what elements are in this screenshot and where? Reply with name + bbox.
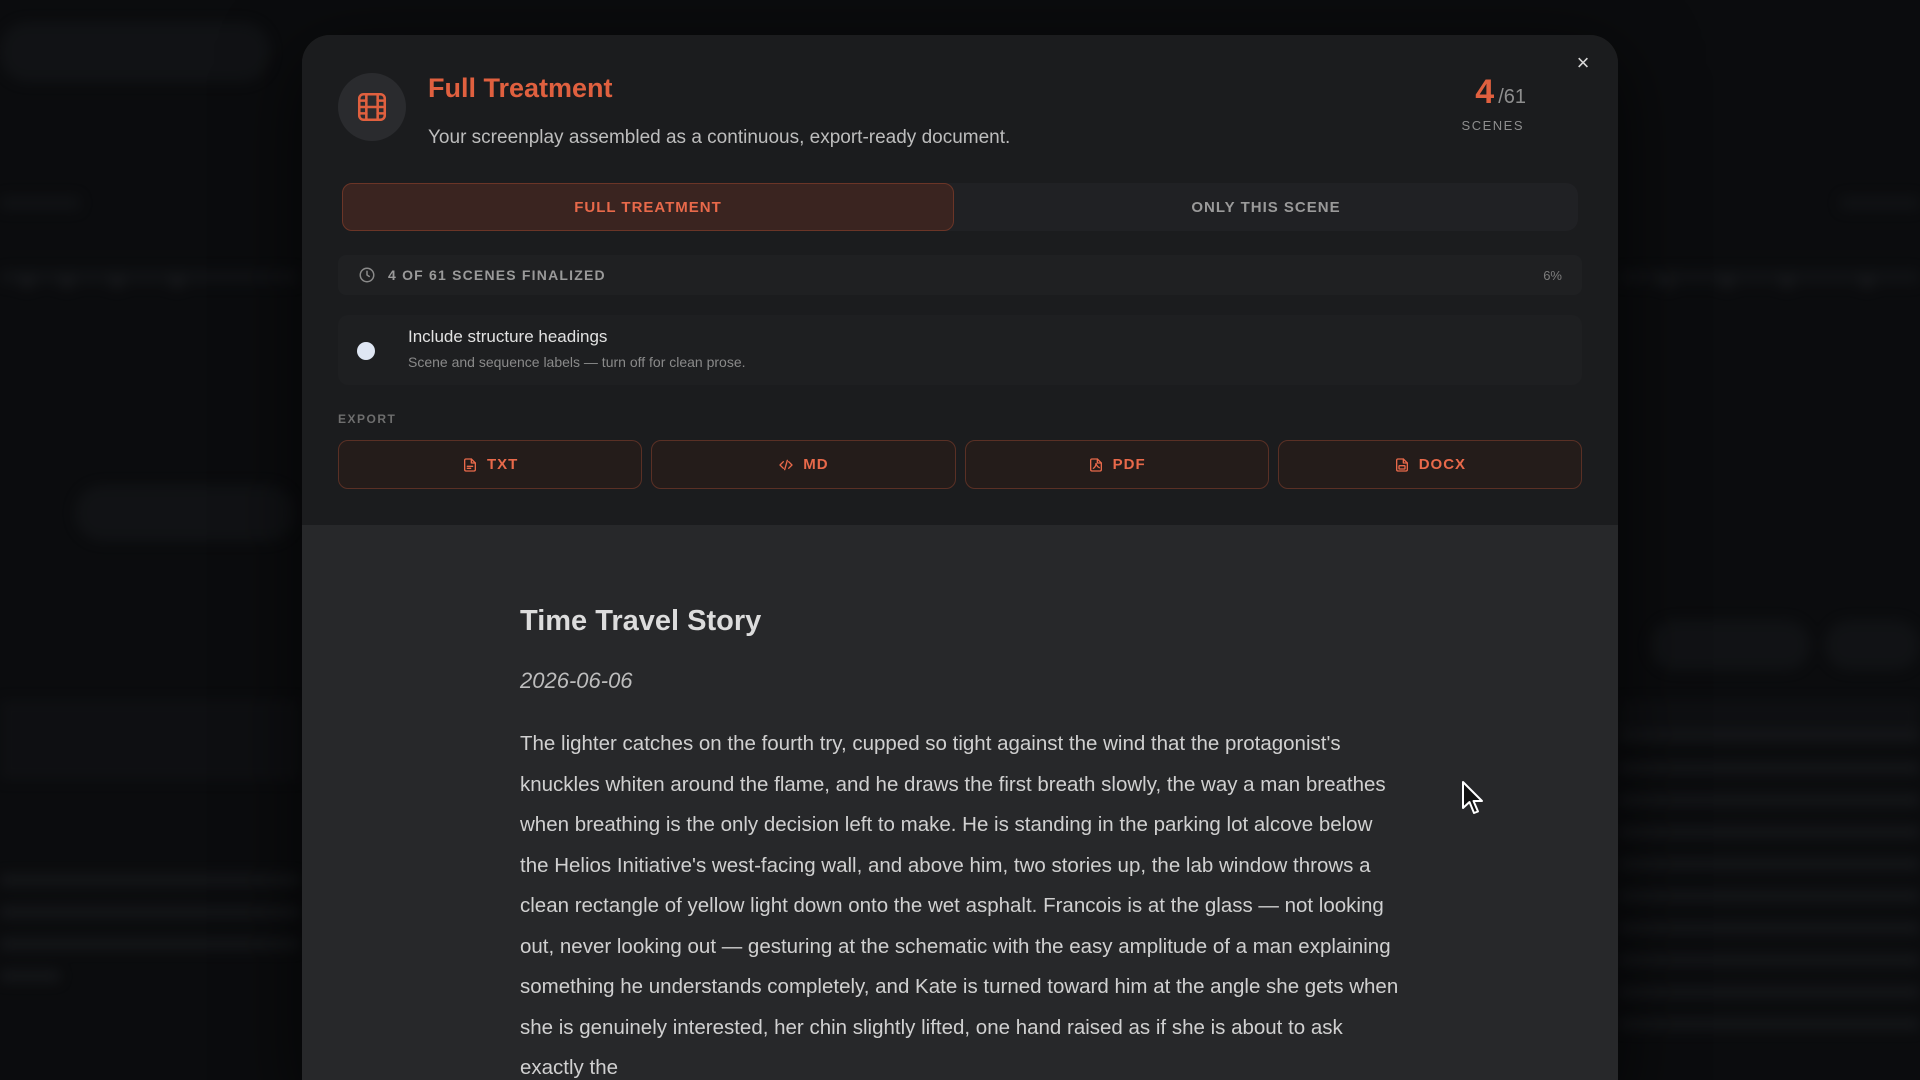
bg-row	[1840, 196, 1920, 210]
bg-text-line	[0, 970, 60, 982]
tab-only-this-scene[interactable]: ONLY THIS SCENE	[954, 183, 1578, 231]
file-doc-icon	[1395, 457, 1408, 472]
bg-text-line	[1618, 954, 1920, 966]
bg-dot	[1860, 274, 1874, 288]
bg-dot	[20, 274, 34, 288]
bg-text-line	[1618, 922, 1920, 934]
progress-label: 4 OF 61 SCENES FINALIZED	[388, 267, 606, 283]
document-preview[interactable]: Time Travel Story 2026-06-06 The lighter…	[302, 525, 1618, 1080]
bg-dot	[60, 274, 74, 288]
scene-counter: 4/61 SCENES	[1462, 73, 1526, 133]
scene-label: SCENES	[1461, 118, 1524, 133]
bg-band	[0, 700, 302, 780]
export-md-button[interactable]: MD	[651, 440, 956, 489]
bg-band	[1618, 700, 1920, 730]
document-content: Time Travel Story 2026-06-06 The lighter…	[520, 605, 1400, 1080]
bg-dot	[170, 274, 184, 288]
structure-headings-option[interactable]: Include structure headings Scene and seq…	[338, 315, 1582, 385]
bg-text-line	[0, 906, 300, 918]
scene-count: 4	[1475, 73, 1495, 111]
modal-title: Full Treatment	[428, 73, 613, 103]
bg-dot	[1720, 274, 1734, 288]
document-date: 2026-06-06	[520, 668, 633, 693]
full-treatment-modal: × Full Treatment Your screenplay assembl…	[302, 35, 1618, 1080]
export-buttons: TXT MD PDF DOCX	[338, 440, 1582, 489]
bg-dot	[110, 274, 124, 288]
export-docx-button[interactable]: DOCX	[1277, 440, 1582, 489]
export-pdf-button[interactable]: PDF	[964, 440, 1269, 489]
bg-pill	[1825, 620, 1920, 670]
close-button[interactable]: ×	[1570, 50, 1596, 76]
document-body: The lighter catches on the fourth try, c…	[520, 732, 1399, 1079]
file-pdf-icon	[1089, 457, 1102, 472]
bg-text-line	[1618, 986, 1920, 998]
document-title: Time Travel Story	[520, 605, 762, 637]
scope-toggle: FULL TREATMENT ONLY THIS SCENE	[342, 183, 1578, 231]
bg-pill	[75, 485, 295, 541]
bg-dot	[1780, 274, 1794, 288]
modal-subtitle: Your screenplay assembled as a continuou…	[428, 127, 1011, 148]
export-txt-label: TXT	[486, 456, 519, 473]
bg-text-line	[0, 874, 300, 886]
finalized-progress: 4 OF 61 SCENES FINALIZED 6%	[338, 255, 1582, 295]
export-docx-label: DOCX	[1418, 456, 1467, 473]
bg-text-line	[1618, 730, 1920, 742]
progress-percent: 6%	[1543, 267, 1562, 283]
export-md-label: MD	[803, 456, 829, 473]
option-description: Scene and sequence labels — turn off for…	[408, 354, 746, 370]
scene-total: /61	[1498, 86, 1526, 108]
bg-row	[0, 270, 300, 284]
bg-text-line	[1618, 890, 1920, 902]
mouse-cursor-icon	[1462, 781, 1483, 814]
bg-text-line	[1618, 794, 1920, 806]
bg-text-line	[1618, 826, 1920, 838]
option-title: Include structure headings	[408, 327, 608, 346]
tab-full-treatment[interactable]: FULL TREATMENT	[342, 183, 954, 231]
bg-dot	[1660, 274, 1674, 288]
bg-text-line	[1618, 1018, 1920, 1030]
code-icon	[779, 459, 793, 470]
file-text-icon	[463, 457, 476, 472]
bg-pill	[0, 22, 270, 82]
modal-header: × Full Treatment Your screenplay assembl…	[302, 35, 1618, 525]
bg-text-line	[1618, 858, 1920, 870]
structure-headings-toggle[interactable]	[357, 342, 375, 360]
bg-row	[0, 196, 80, 210]
export-txt-button[interactable]: TXT	[338, 440, 643, 489]
bg-pill	[1650, 620, 1810, 670]
film-icon	[338, 73, 406, 141]
bg-text-line	[0, 938, 300, 950]
export-label: EXPORT	[338, 412, 397, 426]
clock-icon	[359, 267, 375, 283]
bg-text-line	[1618, 762, 1920, 774]
export-pdf-label: PDF	[1112, 456, 1146, 473]
